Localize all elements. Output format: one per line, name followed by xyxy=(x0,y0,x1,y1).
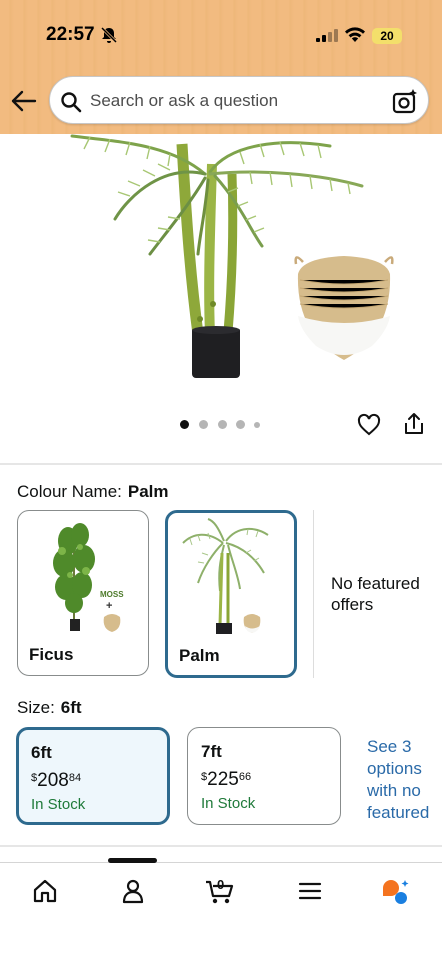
colour-name-row: Colour Name: Palm xyxy=(17,482,169,502)
size-row: Size: 6ft xyxy=(17,698,82,718)
home-icon[interactable] xyxy=(32,878,58,904)
section-divider xyxy=(0,845,442,847)
account-icon[interactable] xyxy=(120,878,146,904)
cart-button[interactable]: 0 xyxy=(204,877,236,906)
carousel-dot[interactable] xyxy=(254,422,260,428)
back-arrow-icon[interactable] xyxy=(10,88,38,114)
size-label: Size: xyxy=(17,698,55,717)
carousel-dot[interactable] xyxy=(236,420,245,429)
colour-label: Colour Name: xyxy=(17,482,122,501)
status-time: 22:57 xyxy=(46,24,95,45)
ficus-thumbnail: MOSS + xyxy=(53,523,124,632)
cart-count: 0 xyxy=(217,877,225,892)
palm-thumbnail xyxy=(182,518,269,634)
colour-option-ficus[interactable]: MOSS + Ficus xyxy=(17,510,149,676)
carousel-dot[interactable] xyxy=(199,420,208,429)
size-option-7ft[interactable]: 7ft $22566 In Stock xyxy=(187,727,341,825)
colour-option-palm[interactable]: Palm xyxy=(165,510,297,678)
svg-text:+: + xyxy=(106,600,112,612)
see-more-options-link[interactable]: See 3 options with no featured offers xyxy=(367,736,442,828)
size-option-price: $20884 xyxy=(31,770,82,791)
search-icon xyxy=(61,92,82,113)
colour-option-label: Ficus xyxy=(29,645,74,664)
no-featured-offers-text: No featured offers xyxy=(331,574,420,614)
rufus-icon[interactable] xyxy=(381,878,411,906)
app-header: 22:57 20 xyxy=(0,0,442,134)
section-divider xyxy=(0,463,442,465)
active-tab-indicator xyxy=(108,858,157,863)
options-separator xyxy=(313,510,314,678)
size-selected-value: 6ft xyxy=(60,698,82,717)
share-icon[interactable] xyxy=(403,412,425,436)
colour-selected-value: Palm xyxy=(127,482,169,501)
search-input[interactable] xyxy=(90,87,380,115)
colour-option-label: Palm xyxy=(179,646,220,665)
product-image[interactable] xyxy=(0,134,442,406)
size-option-label: 6ft xyxy=(31,743,52,762)
wifi-icon xyxy=(345,27,365,42)
carousel-dot[interactable] xyxy=(218,420,227,429)
stock-status: In Stock xyxy=(201,795,256,812)
stock-status: In Stock xyxy=(31,796,86,813)
search-bar[interactable] xyxy=(49,76,429,124)
battery-indicator: 20 xyxy=(372,28,402,44)
menu-icon[interactable] xyxy=(298,878,322,904)
size-option-price: $22566 xyxy=(201,769,252,790)
status-bar: 22:57 20 xyxy=(0,22,442,50)
carousel-dot[interactable] xyxy=(180,420,189,429)
size-option-6ft[interactable]: 6ft $20884 In Stock xyxy=(16,727,170,825)
signal-icon xyxy=(316,29,338,42)
moss-badge-text: MOSS xyxy=(100,590,124,599)
image-carousel-dots[interactable] xyxy=(180,420,270,432)
silent-bell-icon xyxy=(100,26,118,44)
palm-tree-illustration xyxy=(70,134,394,378)
wishlist-heart-icon[interactable] xyxy=(357,413,381,437)
size-option-label: 7ft xyxy=(201,742,222,761)
camera-search-icon[interactable] xyxy=(392,89,418,115)
